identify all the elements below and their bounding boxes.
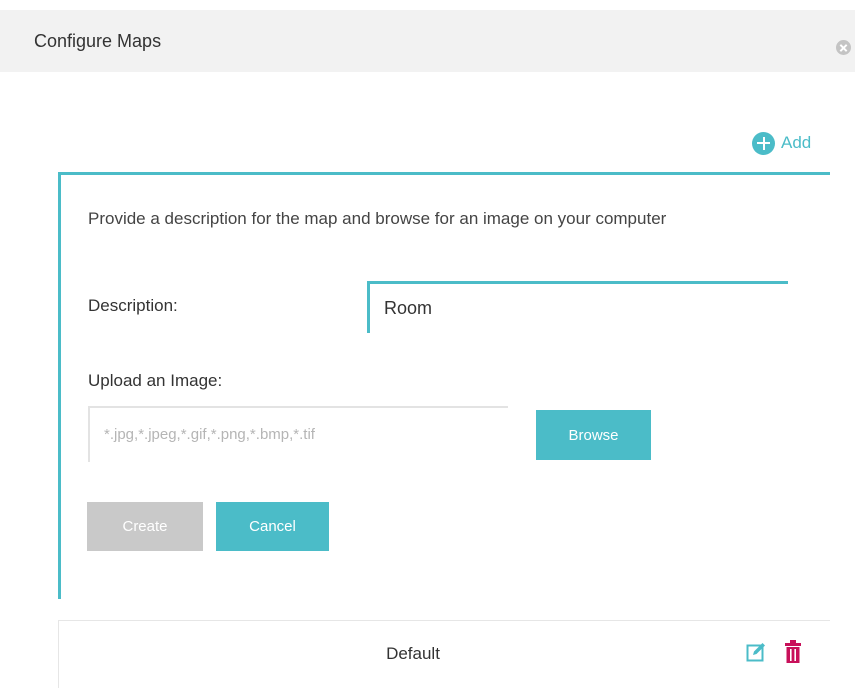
map-list-item: Default (58, 620, 830, 688)
create-button[interactable]: Create (87, 502, 203, 551)
add-map-label: Add (781, 133, 812, 152)
upload-image-label: Upload an Image: (88, 371, 223, 390)
description-input[interactable]: Room (367, 281, 788, 333)
browse-button[interactable]: Browse (536, 410, 651, 460)
configure-maps-dialog: Configure Maps Add Provide a description… (0, 0, 855, 699)
cancel-button[interactable]: Cancel (216, 502, 329, 551)
form-instructions: Provide a description for the map and br… (88, 209, 667, 228)
add-map-button[interactable]: Add (752, 131, 811, 155)
edit-icon[interactable] (746, 642, 766, 662)
trash-icon[interactable] (785, 640, 801, 663)
close-icon[interactable] (836, 40, 851, 55)
dialog-header: Configure Maps (0, 10, 855, 72)
dialog-title: Configure Maps (34, 31, 162, 51)
map-name: Default (386, 644, 440, 663)
plus-circle-icon (752, 131, 775, 155)
description-label: Description: (88, 296, 178, 315)
image-file-input[interactable]: *.jpg,*.jpeg,*.gif,*.png,*.bmp,*.tif (88, 406, 508, 462)
